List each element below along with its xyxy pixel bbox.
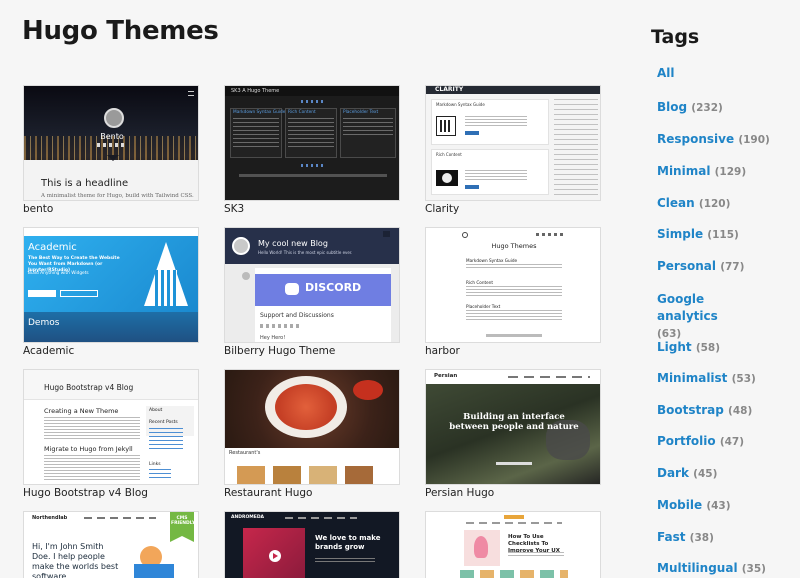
tag-count: (120) xyxy=(698,198,731,210)
tag-count: (63) xyxy=(657,328,682,340)
tag-responsive[interactable]: Responsive (190) xyxy=(657,132,770,146)
theme-name[interactable]: Restaurant Hugo xyxy=(224,487,312,499)
theme-thumbnail-restaurant[interactable]: Restaurant's xyxy=(224,369,400,485)
theme-name[interactable]: Persian Hugo xyxy=(425,487,494,499)
page-title: Hugo Themes xyxy=(22,16,219,46)
nav-links xyxy=(285,517,357,519)
pagination xyxy=(486,334,542,337)
play-icon xyxy=(269,550,281,562)
tag-minimalist[interactable]: Minimalist (53) xyxy=(657,371,756,385)
tag-count: (115) xyxy=(707,229,739,241)
documentation-button xyxy=(60,290,98,297)
tag-multilingual[interactable]: Multilingual (35) xyxy=(657,561,766,575)
theme-thumbnail-bento[interactable]: Bento This is a headline A minimalist th… xyxy=(23,85,199,201)
theme-thumbnail-sk3[interactable]: SK3 A Hugo Theme Markdown Syntax Guide R… xyxy=(224,85,400,201)
nav-links xyxy=(84,517,156,519)
related-posts xyxy=(460,570,568,578)
nav-icons xyxy=(536,233,564,236)
tag-google-analytics[interactable]: Google analytics (63) xyxy=(657,291,767,343)
post-card: Rich Content xyxy=(431,149,549,195)
tags-title: Tags xyxy=(651,26,700,48)
tag-portfolio[interactable]: Portfolio (47) xyxy=(657,434,744,448)
tag-minimal[interactable]: Minimal (129) xyxy=(657,164,746,178)
theme-name[interactable]: Hugo Bootstrap v4 Blog xyxy=(23,487,148,499)
tag-personal[interactable]: Personal (77) xyxy=(657,259,744,273)
tag-bootstrap[interactable]: Bootstrap (48) xyxy=(657,403,752,417)
theme-thumbnail-academic[interactable]: Academic The Best Way to Create the Webs… xyxy=(23,227,199,343)
food-photo xyxy=(345,466,373,484)
theme-thumbnail-clarity[interactable]: CLARITY Markdown Syntax Guide Rich Conte… xyxy=(425,85,601,201)
tag-count: (129) xyxy=(714,166,747,178)
get-started-button xyxy=(28,290,56,297)
tag-count: (190) xyxy=(738,134,770,146)
tag-count: (48) xyxy=(728,405,753,417)
flamingo-image xyxy=(464,530,500,566)
theme-name[interactable]: SK3 xyxy=(224,203,244,215)
menu-icon xyxy=(188,91,194,96)
food-photo xyxy=(273,466,301,484)
theme-name[interactable]: bento xyxy=(23,203,53,215)
sidebar-widgets xyxy=(554,99,598,195)
logo-icon xyxy=(462,232,468,238)
tag-mobile[interactable]: Mobile (43) xyxy=(657,498,731,512)
food-photo xyxy=(309,466,337,484)
theme-thumbnail-persian[interactable]: Persian Building an interface between pe… xyxy=(425,369,601,485)
discord-icon xyxy=(285,283,299,295)
post-card: Markdown Syntax Guide xyxy=(230,108,285,158)
theme-name[interactable]: Academic xyxy=(23,345,74,357)
social-icons xyxy=(97,143,127,147)
theme-name[interactable]: Clarity xyxy=(425,203,459,215)
tag-clean[interactable]: Clean (120) xyxy=(657,196,730,210)
tomato-image xyxy=(353,380,383,400)
avatar xyxy=(232,237,250,255)
chevron-down-icon xyxy=(107,155,119,161)
footer xyxy=(239,174,387,177)
theme-thumbnail-bilberry[interactable]: My cool new Blog Hello World! This is th… xyxy=(224,227,400,343)
tag-blog[interactable]: Blog (232) xyxy=(657,100,723,114)
tag-count: (47) xyxy=(719,436,745,448)
tag-light[interactable]: Light (58) xyxy=(657,340,720,354)
theme-thumbnail-andromeda[interactable]: ANDROMEDA We love to make brands grow xyxy=(224,511,400,578)
tag-all[interactable]: All xyxy=(657,66,675,80)
link-icon xyxy=(242,272,250,280)
theme-thumbnail-checklists[interactable]: How To Use Checklists To Improve Your UX xyxy=(425,511,601,578)
tag-simple[interactable]: Simple (115) xyxy=(657,227,739,241)
tag-count: (77) xyxy=(720,261,745,273)
tag-dark[interactable]: Dark (45) xyxy=(657,466,717,480)
theme-name[interactable]: Bilberry Hugo Theme xyxy=(224,345,335,357)
read-more-button xyxy=(465,185,479,189)
tag-count: (43) xyxy=(706,500,731,512)
tag-count: (58) xyxy=(695,342,721,354)
avatar xyxy=(104,108,124,128)
camera-icon xyxy=(436,170,458,186)
theme-thumbnail-northendlab[interactable]: Northendlab CMS FRIENDLY Hi, I'm John Sm… xyxy=(23,511,199,578)
theme-thumbnail-hugo-bootstrap[interactable]: Hugo Bootstrap v4 Blog Creating a New Th… xyxy=(23,369,199,485)
read-more-button xyxy=(465,131,479,135)
food-photo xyxy=(237,466,265,484)
building-icon xyxy=(436,116,456,136)
tag-count: (232) xyxy=(691,102,723,114)
post-card: Markdown Syntax Guide xyxy=(431,99,549,145)
theme-thumbnail-harbor[interactable]: Hugo Themes Markdown Syntax Guide Rich C… xyxy=(425,227,601,343)
tag-count: (53) xyxy=(731,373,756,385)
logo-icon xyxy=(504,515,524,519)
tag-count: (38) xyxy=(689,532,714,544)
tag-count: (35) xyxy=(741,563,766,575)
post-card: Rich Content xyxy=(285,108,337,158)
theme-name[interactable]: harbor xyxy=(425,345,460,357)
nav-links xyxy=(466,522,562,524)
post-card: Placeholder Text xyxy=(340,108,396,158)
tag-fast[interactable]: Fast (38) xyxy=(657,530,714,544)
tag-count: (45) xyxy=(693,468,718,480)
nav-links xyxy=(508,376,590,378)
menu-icon xyxy=(383,231,390,237)
